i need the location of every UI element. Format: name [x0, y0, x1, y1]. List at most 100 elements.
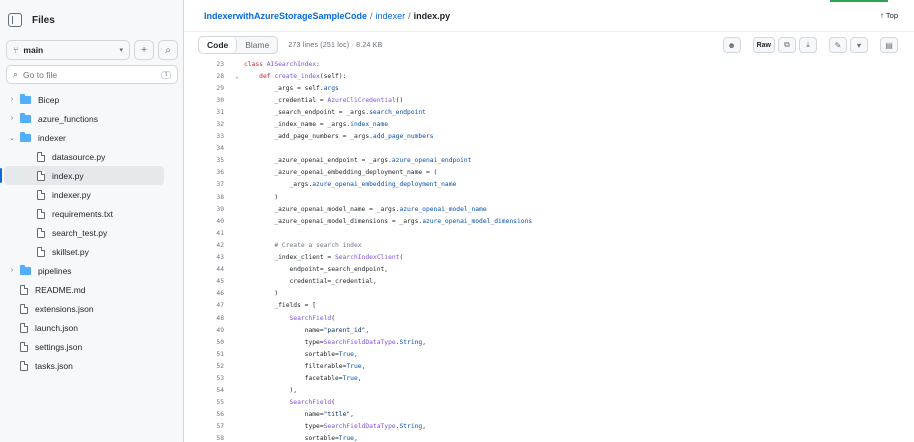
line-number[interactable]: 45	[198, 278, 230, 285]
line-number[interactable]: 48	[198, 315, 230, 322]
tree-file[interactable]: extensions.json	[0, 299, 184, 318]
line-number[interactable]: 32	[198, 121, 230, 128]
line-number[interactable]: 43	[198, 254, 230, 261]
line-number[interactable]: 55	[198, 399, 230, 406]
code-text: _index_name = _args.index_name	[244, 121, 388, 128]
line-number[interactable]: 50	[198, 339, 230, 346]
line-number[interactable]: 51	[198, 351, 230, 358]
line-number[interactable]: 35	[198, 157, 230, 164]
code-line: 41	[198, 227, 898, 239]
code-text: sortable=True,	[244, 435, 358, 442]
chevron-down-icon: ▾	[119, 47, 123, 54]
tree-item-label: settings.json	[35, 341, 83, 352]
tree-item-label: skillset.py	[52, 246, 89, 257]
line-number[interactable]: 44	[198, 266, 230, 273]
line-number[interactable]: 36	[198, 169, 230, 176]
copilot-icon: ☻	[727, 40, 736, 50]
tree-folder[interactable]: ⌄ indexer	[0, 128, 184, 147]
tree-file[interactable]: requirements.txt	[0, 204, 184, 223]
line-number[interactable]: 41	[198, 230, 230, 237]
code-token: AzureCliCredential	[327, 96, 396, 104]
line-number[interactable]: 37	[198, 181, 230, 188]
file-icon	[37, 246, 45, 257]
code-line: 38 )	[198, 191, 898, 203]
code-token: facetable=	[244, 374, 343, 382]
line-number[interactable]: 38	[198, 194, 230, 201]
line-number[interactable]: 46	[198, 290, 230, 297]
tree-file[interactable]: tasks.json	[0, 356, 184, 375]
line-number[interactable]: 39	[198, 206, 230, 213]
copilot-button[interactable]: ☻	[722, 37, 741, 53]
tree-file[interactable]: settings.json	[0, 337, 184, 356]
line-number[interactable]: 33	[198, 133, 230, 140]
line-number[interactable]: 34	[198, 145, 230, 152]
search-files-button[interactable]: ⌕	[158, 40, 178, 60]
raw-button[interactable]: Raw	[752, 37, 775, 53]
go-to-file-input[interactable]	[23, 69, 154, 80]
code-text: _azure_openai_model_dimensions = _args.a…	[244, 218, 532, 225]
line-number[interactable]: 28	[198, 73, 230, 80]
code-token: ()	[395, 96, 404, 104]
code-token: True	[346, 362, 362, 370]
code-token: create_index	[274, 72, 320, 80]
code-token: sortable=	[244, 350, 339, 358]
line-number[interactable]: 58	[198, 435, 230, 442]
tree-file[interactable]: README.md	[0, 280, 184, 299]
tree-file[interactable]: skillset.py	[0, 242, 184, 261]
code-token: name=	[244, 326, 324, 334]
copy-raw-button[interactable]: ⧉	[778, 37, 796, 53]
tree-folder[interactable]: › Bicep	[0, 90, 184, 109]
tree-file[interactable]: indexer.py	[0, 185, 184, 204]
fold-chevron-icon[interactable]: ⌄	[230, 73, 244, 80]
tree-item-label: launch.json	[35, 322, 79, 333]
line-number[interactable]: 29	[198, 85, 230, 92]
line-number[interactable]: 57	[198, 423, 230, 430]
code-token: (	[331, 314, 335, 322]
line-number[interactable]: 40	[198, 218, 230, 225]
code-token: _args.	[244, 181, 313, 189]
line-number[interactable]: 23	[198, 61, 230, 68]
tree-folder[interactable]: › pipelines	[0, 261, 184, 280]
download-button[interactable]: ⤓	[799, 37, 817, 53]
code-token: SearchField	[289, 314, 332, 322]
code-token: ,	[353, 435, 358, 442]
code-token: ,	[361, 362, 366, 370]
go-to-file-field[interactable]: ⌕ t	[6, 65, 178, 84]
tree-file[interactable]: datasource.py	[0, 147, 184, 166]
line-number[interactable]: 49	[198, 327, 230, 334]
edit-options-button[interactable]: ▾	[850, 37, 868, 53]
code-text: _fields = [	[244, 302, 316, 309]
breadcrumb-current-file: index.py	[413, 10, 451, 21]
code-text: class AISearchIndex:	[244, 61, 320, 68]
tree-file[interactable]: launch.json	[0, 318, 184, 337]
back-to-top-button[interactable]: ↑ Top	[880, 11, 898, 20]
code-token: search_endpoint	[369, 108, 426, 116]
breadcrumb-folder-link[interactable]: indexer	[376, 11, 406, 21]
tab-blame[interactable]: Blame	[237, 37, 277, 53]
file-icon	[37, 151, 45, 162]
tree-file[interactable]: search_test.py	[0, 223, 184, 242]
line-number[interactable]: 53	[198, 375, 230, 382]
file-icon	[20, 303, 28, 314]
sidebar-collapse-icon[interactable]	[8, 13, 22, 27]
edit-file-button[interactable]: ✎	[829, 37, 847, 53]
line-number[interactable]: 31	[198, 109, 230, 116]
line-number[interactable]: 47	[198, 302, 230, 309]
line-number[interactable]: 30	[198, 97, 230, 104]
tree-folder[interactable]: › azure_functions	[0, 109, 184, 128]
code-token: _add_page_numbers = _args.	[244, 133, 373, 141]
code-token: _credential =	[244, 96, 328, 104]
tree-file[interactable]: index.py	[0, 166, 164, 185]
add-file-button[interactable]: +	[134, 40, 154, 60]
line-number[interactable]: 56	[198, 411, 230, 418]
line-number[interactable]: 54	[198, 387, 230, 394]
file-icon	[37, 170, 45, 181]
branch-selector-button[interactable]: ⑂ main ▾	[6, 40, 130, 60]
breadcrumb-repo-link[interactable]: IndexerwithAzureStorageSampleCode	[204, 11, 367, 21]
line-number[interactable]: 42	[198, 242, 230, 249]
line-number[interactable]: 52	[198, 363, 230, 370]
code-token: _azure_openai_model_name = _args.	[244, 205, 400, 213]
tab-code[interactable]: Code	[199, 37, 238, 53]
symbols-panel-button[interactable]: ▤	[880, 37, 898, 53]
